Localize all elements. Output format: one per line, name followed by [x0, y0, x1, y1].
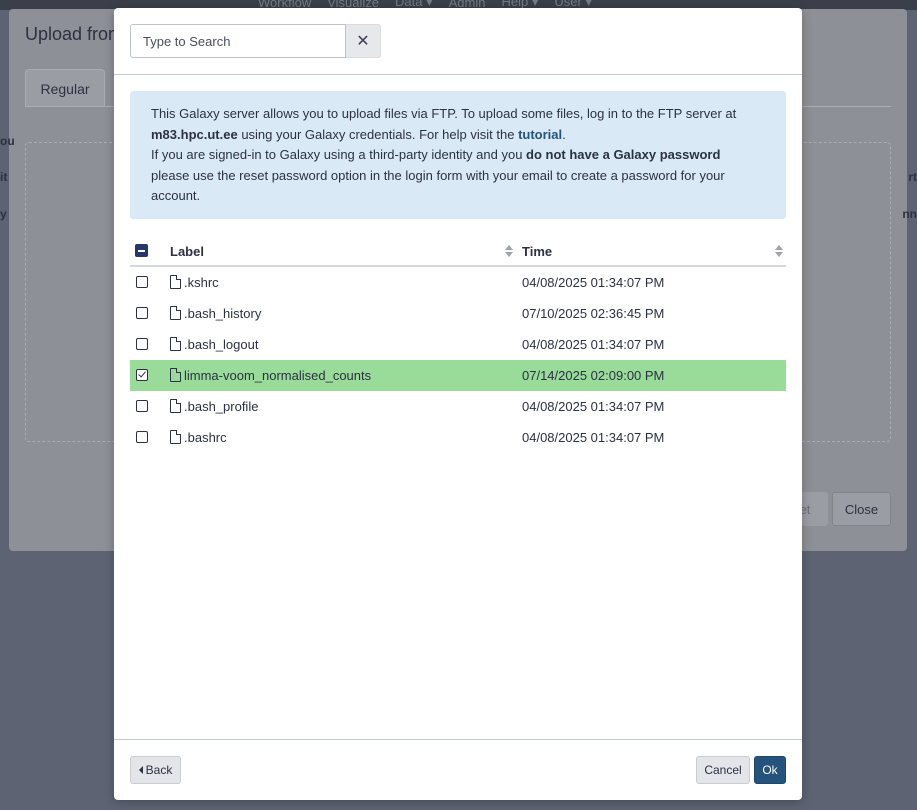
file-name[interactable]: limma-voom_normalised_counts	[184, 368, 371, 383]
file-time: 07/14/2025 02:09:00 PM	[522, 368, 665, 383]
row-checkbox[interactable]	[136, 431, 148, 443]
background-dialog-title: Upload from	[25, 24, 124, 44]
search-group: ✕	[130, 24, 381, 58]
row-checkbox[interactable]	[136, 338, 148, 350]
table-row-selected[interactable]: limma-voom_normalised_counts 07/14/2025 …	[130, 360, 786, 391]
close-icon: ✕	[356, 33, 370, 50]
select-all-checkbox[interactable]	[135, 244, 148, 257]
table-row[interactable]: .kshrc 04/08/2025 01:34:07 PM	[130, 267, 786, 298]
file-icon	[170, 399, 181, 413]
file-name[interactable]: .bash_history	[184, 306, 261, 321]
row-checkbox[interactable]	[136, 400, 148, 412]
background-edge-text: rt	[908, 170, 917, 184]
file-name[interactable]: .bashrc	[184, 430, 227, 445]
no-password-text: do not have a Galaxy password	[526, 147, 721, 163]
ftp-server-name: m83.hpc.ut.ee	[151, 126, 238, 142]
info-text: please use the reset password option in …	[151, 167, 725, 204]
background-edge-text: ou	[0, 134, 15, 148]
file-time: 04/08/2025 01:34:07 PM	[522, 275, 665, 290]
info-text: If you are signed-in to Galaxy using a t…	[151, 147, 527, 163]
background-edge-text: it	[0, 170, 8, 184]
file-time: 07/10/2025 02:36:45 PM	[522, 306, 665, 321]
sort-icon[interactable]	[505, 245, 513, 259]
cancel-button[interactable]: Cancel	[696, 756, 750, 784]
ftp-info-alert: This Galaxy server allows you to upload …	[130, 91, 786, 219]
background-edge-text: y	[0, 207, 7, 221]
file-name[interactable]: .kshrc	[184, 275, 219, 290]
background-close-button: Close	[832, 492, 891, 526]
tutorial-link[interactable]: tutorial	[518, 127, 562, 142]
file-icon	[170, 275, 181, 289]
back-button-label: Back	[145, 763, 173, 777]
column-header-label[interactable]: Label	[170, 244, 204, 259]
row-checkbox[interactable]	[136, 307, 148, 319]
info-text: .	[562, 126, 566, 142]
table-row[interactable]: .bashrc 04/08/2025 01:34:07 PM	[130, 422, 786, 453]
background-tab-regular: Regular	[25, 69, 105, 107]
ok-button[interactable]: Ok	[754, 756, 786, 784]
background-edge-text: nn	[902, 207, 917, 221]
row-checkbox[interactable]	[136, 276, 148, 288]
row-checkbox-checked[interactable]	[136, 369, 148, 381]
file-icon	[170, 337, 181, 351]
ftp-files-modal: ✕ This Galaxy server allows you to uploa…	[114, 8, 802, 800]
search-input[interactable]	[130, 24, 346, 58]
file-icon	[170, 306, 181, 320]
file-time: 04/08/2025 01:34:07 PM	[522, 337, 665, 352]
table-header: Label Time	[130, 237, 786, 267]
file-icon	[170, 368, 181, 382]
column-header-time[interactable]: Time	[522, 244, 552, 259]
table-row[interactable]: .bash_history 07/10/2025 02:36:45 PM	[130, 298, 786, 329]
info-text: using your Galaxy credentials. For help …	[237, 126, 519, 142]
table-row[interactable]: .bash_profile 04/08/2025 01:34:07 PM	[130, 391, 786, 422]
table-row[interactable]: .bash_logout 04/08/2025 01:34:07 PM	[130, 329, 786, 360]
ftp-file-table: Label Time .kshrc 04/08/2025 01:34:07 PM…	[130, 237, 786, 453]
clear-search-button[interactable]: ✕	[346, 24, 381, 58]
file-time: 04/08/2025 01:34:07 PM	[522, 399, 665, 414]
back-button[interactable]: Back	[130, 756, 181, 784]
file-name[interactable]: .bash_logout	[184, 337, 258, 352]
file-icon	[170, 430, 181, 444]
caret-left-icon	[138, 766, 143, 774]
sort-icon[interactable]	[775, 245, 783, 259]
info-text: This Galaxy server allows you to upload …	[151, 106, 737, 121]
modal-header: ✕	[114, 8, 802, 75]
file-name[interactable]: .bash_profile	[184, 399, 258, 414]
modal-footer: Back Cancel Ok	[114, 739, 802, 800]
file-time: 04/08/2025 01:34:07 PM	[522, 430, 665, 445]
